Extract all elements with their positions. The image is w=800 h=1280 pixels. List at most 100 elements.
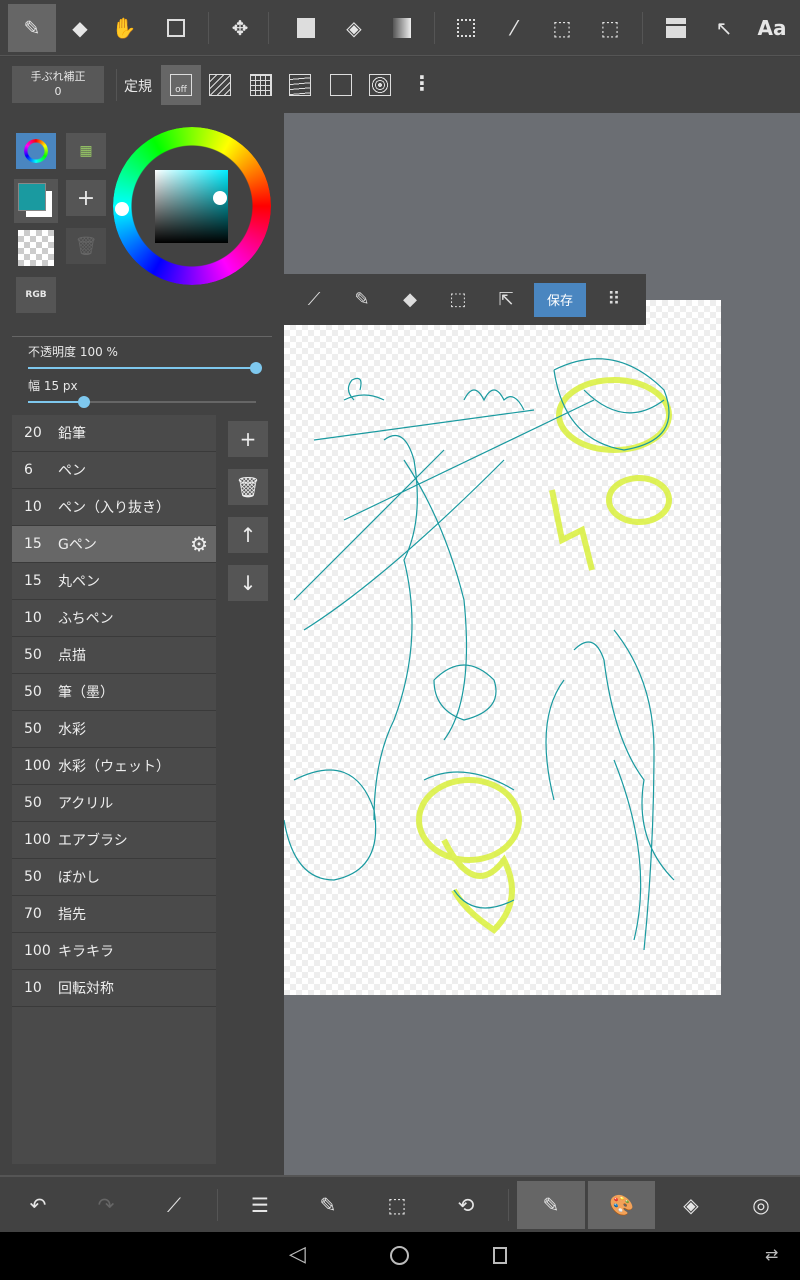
stabilizer-button[interactable]: 手ぶれ補正 0 bbox=[12, 66, 104, 103]
brush-size: 70 bbox=[24, 906, 42, 922]
gear-icon[interactable]: ⚙ bbox=[190, 532, 208, 556]
android-nav-bar: ◁ ⇄ bbox=[0, 1232, 800, 1280]
undo-icon[interactable]: ↶ bbox=[4, 1181, 72, 1229]
deselect-icon[interactable]: ⬚ bbox=[434, 282, 482, 318]
brush-item[interactable]: 50 点描 bbox=[12, 637, 216, 674]
bucket-icon[interactable]: ◈ bbox=[330, 4, 378, 52]
eyedropper-icon[interactable]: ⟋ bbox=[290, 282, 338, 318]
cursor-icon[interactable]: ↖ bbox=[700, 4, 748, 52]
rotate-screen-icon[interactable]: ⇄ bbox=[765, 1245, 778, 1264]
move-icon[interactable]: ✥ bbox=[216, 4, 264, 52]
brush-name: アクリル bbox=[58, 796, 114, 812]
eraser-icon[interactable]: ◆ bbox=[386, 282, 434, 318]
brush-list: 20 鉛筆 6 ペン 10 ペン（入り抜き） 15 Gペン ⚙ 15 丸ペン 10 ふちペン 50 点描 50… bbox=[12, 415, 216, 1164]
brush-item[interactable]: 100 キラキラ bbox=[12, 933, 216, 970]
brush-item[interactable]: 20 鉛筆 bbox=[12, 415, 216, 452]
transparent-color[interactable] bbox=[18, 230, 54, 266]
brush-item[interactable]: 15 Gペン ⚙ bbox=[12, 526, 216, 563]
color-wheel-tab[interactable] bbox=[16, 133, 56, 169]
bottom-toolbar: ↶ ↷ ⟋ ☰ ✎ ⬚ ⟲ ✎ 🎨 ◈ ◎ bbox=[0, 1175, 800, 1232]
save-button[interactable]: 保存 bbox=[534, 282, 586, 317]
parallel-ruler-icon[interactable] bbox=[209, 74, 231, 96]
brush-item[interactable]: 10 ふちペン bbox=[12, 600, 216, 637]
frame-icon[interactable] bbox=[652, 4, 700, 52]
width-label: 幅 15 px bbox=[28, 379, 78, 393]
selection-icon[interactable]: ⬚ bbox=[363, 1181, 431, 1229]
gradient-icon[interactable] bbox=[378, 4, 426, 52]
redo-icon[interactable]: ↷ bbox=[72, 1181, 140, 1229]
fill-rect-icon[interactable] bbox=[282, 4, 330, 52]
opacity-handle[interactable] bbox=[250, 362, 262, 374]
brush-item[interactable]: 50 ぼかし bbox=[12, 859, 216, 896]
brush-item[interactable]: 50 水彩 bbox=[12, 711, 216, 748]
width-handle[interactable] bbox=[78, 396, 90, 408]
export-icon[interactable]: ⇱ bbox=[482, 282, 530, 318]
home-icon[interactable] bbox=[390, 1246, 409, 1265]
pen-icon[interactable]: ✎ bbox=[338, 282, 386, 318]
ruler-off-button[interactable]: off bbox=[161, 65, 201, 105]
sv-handle[interactable] bbox=[213, 191, 227, 205]
saturation-value-square[interactable] bbox=[155, 170, 228, 243]
back-icon[interactable]: ◁ bbox=[289, 1242, 306, 1267]
layers-icon[interactable]: ◈ bbox=[657, 1181, 725, 1229]
material-icon[interactable]: ◎ bbox=[727, 1181, 795, 1229]
grid-ruler-icon[interactable] bbox=[250, 74, 272, 96]
brush-panel-tab[interactable]: ✎ bbox=[517, 1181, 585, 1229]
brush-name: 回転対称 bbox=[58, 981, 114, 997]
select-pen-icon[interactable]: ⬚ bbox=[538, 4, 586, 52]
hand-icon[interactable]: ✋ bbox=[100, 4, 148, 52]
brush-item[interactable]: 10 回転対称 bbox=[12, 970, 216, 1007]
brush-size: 100 bbox=[24, 832, 51, 848]
rotate-icon[interactable]: ⟲ bbox=[432, 1181, 500, 1229]
brush-item[interactable]: 6 ペン bbox=[12, 452, 216, 489]
brush-name: 丸ペン bbox=[58, 574, 100, 590]
brush-name: エアブラシ bbox=[58, 833, 128, 849]
radial-ruler-icon[interactable] bbox=[330, 74, 352, 96]
brush-name: Gペン bbox=[58, 537, 97, 553]
rectangle-icon[interactable] bbox=[152, 4, 200, 52]
brush-item[interactable]: 70 指先 bbox=[12, 896, 216, 933]
brush-name: ペン（入り抜き） bbox=[58, 500, 170, 516]
brush-item[interactable]: 10 ペン（入り抜き） bbox=[12, 489, 216, 526]
eyedropper-icon[interactable]: ⟋ bbox=[140, 1181, 208, 1229]
pen-icon[interactable]: ✎ bbox=[8, 4, 56, 52]
drawing-canvas[interactable] bbox=[283, 300, 721, 995]
text-tool-button[interactable]: Aa bbox=[748, 4, 796, 52]
brush-size: 10 bbox=[24, 499, 42, 515]
hue-handle[interactable] bbox=[115, 202, 129, 216]
brush-size: 50 bbox=[24, 647, 42, 663]
recents-icon[interactable] bbox=[493, 1247, 507, 1264]
brush-item[interactable]: 100 エアブラシ bbox=[12, 822, 216, 859]
menu-icon[interactable]: ☰ bbox=[226, 1181, 294, 1229]
concentric-ruler-icon[interactable] bbox=[369, 74, 391, 96]
more-icon[interactable]: ⋮ bbox=[412, 71, 432, 95]
brush-size: 15 bbox=[24, 536, 42, 552]
brush-item[interactable]: 50 筆（墨） bbox=[12, 674, 216, 711]
brush-item[interactable]: 100 水彩（ウェット） bbox=[12, 748, 216, 785]
add-brush-button[interactable]: + bbox=[228, 421, 268, 457]
magic-wand-icon[interactable]: ⁄ bbox=[490, 4, 538, 52]
stabilizer-value: 0 bbox=[54, 85, 62, 98]
color-panel-tab[interactable]: 🎨 bbox=[587, 1181, 655, 1229]
move-up-button[interactable]: ↑ bbox=[228, 517, 268, 553]
floating-toolbar: ⟋ ✎ ◆ ⬚ ⇱ 保存 ⠿ bbox=[284, 274, 646, 325]
add-color-button[interactable]: + bbox=[66, 180, 106, 216]
brush-name: 水彩（ウェット） bbox=[58, 759, 170, 775]
brush-item[interactable]: 50 アクリル bbox=[12, 785, 216, 822]
delete-color-button[interactable]: 🗑 bbox=[66, 228, 106, 264]
delete-brush-button[interactable]: 🗑 bbox=[228, 469, 268, 505]
eraser-icon[interactable]: ◆ bbox=[56, 4, 104, 52]
brush-name: キラキラ bbox=[58, 944, 114, 960]
palette-grid-tab[interactable]: ▦ bbox=[66, 133, 106, 169]
grid-menu-icon[interactable]: ⠿ bbox=[590, 282, 638, 318]
move-down-button[interactable]: ↓ bbox=[228, 565, 268, 601]
brush-item[interactable]: 15 丸ペン bbox=[12, 563, 216, 600]
perspective-ruler-icon[interactable] bbox=[289, 74, 311, 96]
color-swatch[interactable] bbox=[14, 179, 58, 223]
edit-icon[interactable]: ✎ bbox=[294, 1181, 362, 1229]
brush-size: 6 bbox=[24, 462, 33, 478]
select-rect-icon[interactable] bbox=[442, 4, 490, 52]
rgb-button[interactable]: RGB bbox=[16, 277, 56, 313]
brush-size: 50 bbox=[24, 721, 42, 737]
select-eraser-icon[interactable]: ⬚ bbox=[586, 4, 634, 52]
